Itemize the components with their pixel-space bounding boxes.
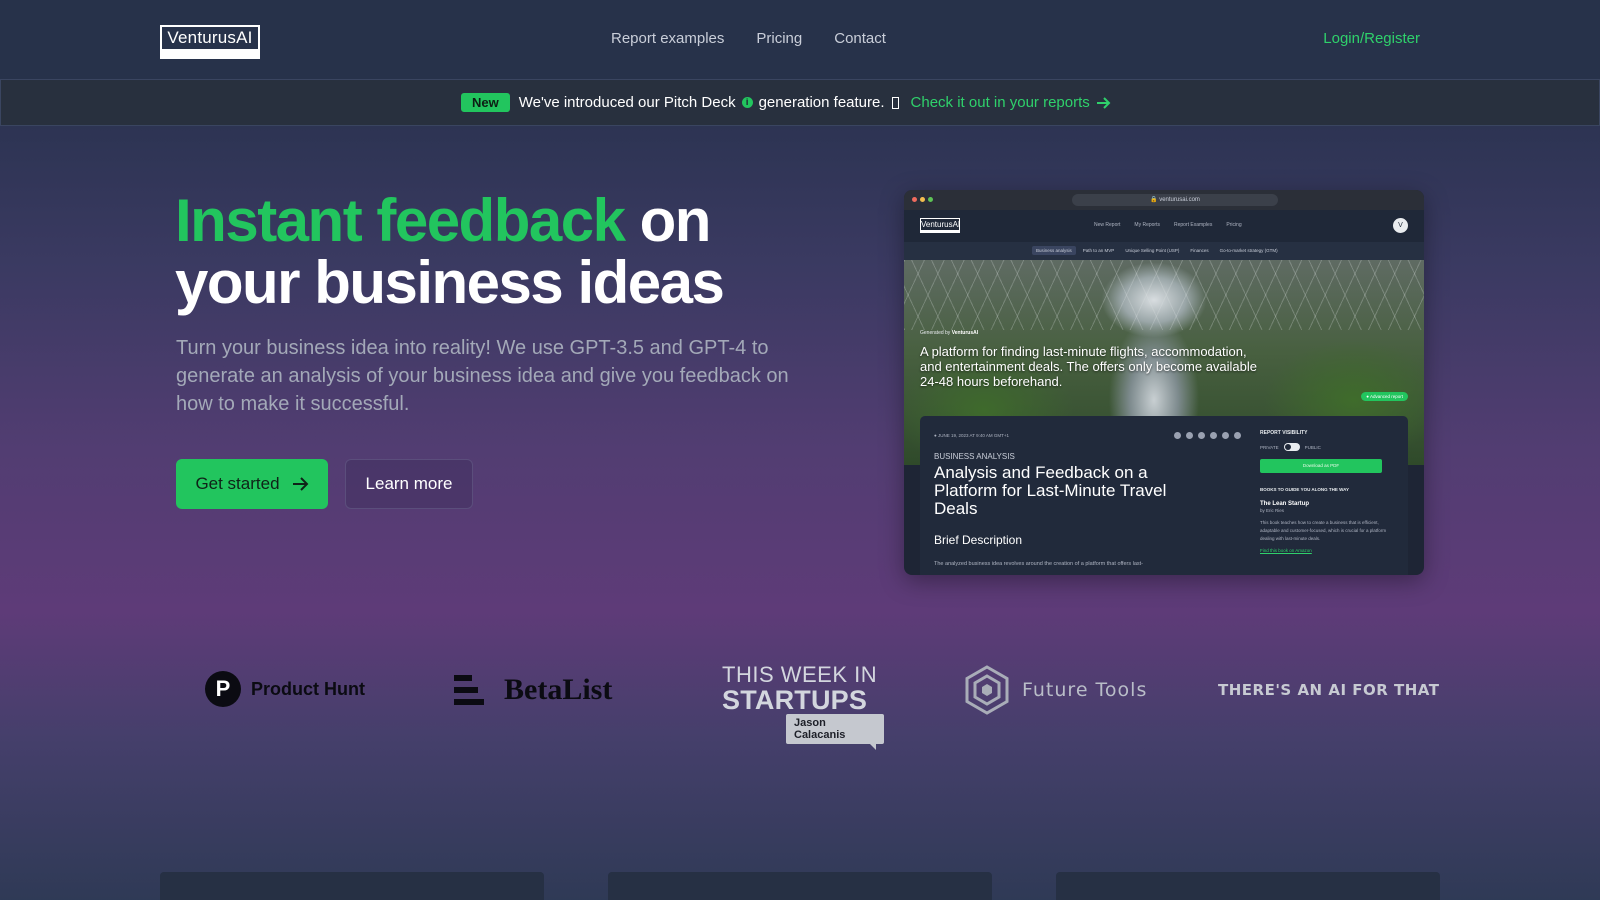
url-text: venturusai.com	[1159, 197, 1200, 203]
preview-download-pdf-button: Download as PDF	[1260, 459, 1382, 473]
future-tools-hex-icon	[965, 665, 1009, 715]
logo-text: VenturusAI	[162, 27, 258, 49]
nav-link-contact[interactable]: Contact	[834, 30, 886, 47]
reddit-icon	[1198, 432, 1205, 439]
preview-link-my-reports: My Reports	[1134, 222, 1160, 228]
preview-tab-finances: Finances	[1190, 248, 1209, 253]
feature-card-3	[1056, 872, 1440, 900]
this-week-in-startups-logo[interactable]: THIS WEEK IN STARTUPS Jason Calacanis	[722, 662, 884, 750]
preview-book-link: Find this book on Amazon	[1260, 548, 1312, 553]
linkedin-icon	[1210, 432, 1217, 439]
preview-roof-lattice	[904, 260, 1424, 330]
hero-title-on: on	[624, 187, 712, 254]
nav-link-report-examples[interactable]: Report examples	[611, 30, 724, 47]
theres-an-ai-for-that-logo[interactable]: THERE'S AN AI FOR THAT	[1218, 681, 1439, 699]
product-hunt-logo[interactable]: P Product Hunt	[205, 671, 365, 707]
new-badge: New	[461, 93, 510, 112]
twis-host-tag: Jason Calacanis	[786, 714, 884, 750]
banner-reports-link[interactable]: Check it out in your reports	[911, 94, 1111, 111]
preview-book-author: by Eric Ries	[1260, 508, 1285, 513]
preview-tab-mvp: Path to an MVP	[1082, 248, 1115, 253]
arrow-right-icon	[292, 477, 308, 491]
preview-report-date: ● JUNE 19, 2023 AT 9:40 AM GMT+1	[934, 433, 1009, 438]
preview-tab-usp: Unique Selling Point (USP)	[1125, 248, 1180, 253]
preview-visibility-heading: REPORT VISIBILITY	[1260, 430, 1308, 436]
preview-tab-gtm: Go-to-market strategy (GTM)	[1219, 248, 1278, 253]
future-tools-text: Future Tools	[1022, 679, 1148, 701]
future-tools-logo[interactable]: Future Tools	[964, 665, 1147, 715]
preview-tab-list: Business analysis Path to an MVP Unique …	[1032, 246, 1282, 255]
browser-bar: 🔒 venturusai.com	[904, 190, 1424, 210]
facebook-icon	[1174, 432, 1181, 439]
nav-links: Report examples Pricing Contact	[611, 30, 886, 47]
preview-report-title: Analysis and Feedback on a Platform for …	[934, 463, 1167, 518]
feature-card-1	[160, 872, 544, 900]
hero-subtitle: Turn your business idea into reality! We…	[176, 337, 789, 415]
preview-private-label: PRIVATE	[1260, 444, 1279, 450]
preview-advanced-pill: ● Advanced report	[1361, 392, 1408, 401]
banner-link-label: Check it out in your reports	[910, 94, 1090, 111]
preview-visibility-row: PRIVATE PUBLIC	[1260, 443, 1400, 451]
banner-text-after: generation feature.	[758, 94, 885, 111]
preview-tab-business-analysis: Business analysis	[1032, 246, 1076, 255]
arrow-right-icon	[1096, 96, 1111, 109]
banner-content: New We've introduced our Pitch Deck i ge…	[461, 93, 1111, 112]
betalist-logo[interactable]: BetaList	[454, 673, 612, 707]
preview-sidebar: REPORT VISIBILITY PRIVATE PUBLIC Downloa…	[1260, 430, 1400, 553]
preview-avatar: V	[1393, 218, 1408, 233]
top-nav: VenturusAI Report examples Pricing Conta…	[0, 0, 1600, 80]
preview-book-description: This book teaches how to create a busine…	[1260, 520, 1387, 541]
product-hunt-icon: P	[205, 671, 241, 707]
hero-title: Instant feedback on your business ideas	[175, 187, 725, 316]
preview-public-label: PUBLIC	[1304, 444, 1321, 450]
hero-title-line2: your business ideas	[175, 249, 725, 316]
preview-brief-text: The analyzed business idea revolves arou…	[934, 561, 1144, 567]
preview-link-new-report: New Report	[1094, 222, 1121, 228]
preview-link-pricing: Pricing	[1226, 222, 1242, 228]
preview-headline: A platform for finding last-minute fligh…	[920, 344, 1258, 389]
preview-nav: VenturusAI New Report My Reports Report …	[904, 210, 1424, 242]
feature-card-2	[608, 872, 992, 900]
generated-by-label: Generated by	[920, 330, 951, 336]
betalist-text: BetaList	[504, 673, 613, 706]
preview-brief-heading: Brief Description	[934, 533, 1023, 547]
learn-more-button[interactable]: Learn more	[345, 459, 473, 509]
get-started-label: Get started	[195, 474, 280, 493]
product-hunt-text: Product Hunt	[251, 678, 365, 699]
preview-nav-links: New Report My Reports Report Examples Pr…	[1094, 222, 1242, 228]
banner-text-before: We've introduced our Pitch Deck	[518, 94, 736, 111]
preview-tabs: Business analysis Path to an MVP Unique …	[904, 242, 1424, 260]
generated-by-name: VenturusAI	[951, 330, 979, 336]
browser-url: 🔒 venturusai.com	[1072, 194, 1278, 206]
announcement-banner: New We've introduced our Pitch Deck i ge…	[0, 80, 1600, 126]
hero-title-highlight: Instant feedback	[175, 187, 626, 254]
preview-link-report-examples: Report Examples	[1173, 222, 1213, 228]
minimize-dot-icon	[920, 197, 925, 202]
close-dot-icon	[912, 197, 917, 202]
nav-link-pricing[interactable]: Pricing	[756, 30, 802, 47]
twitter-icon	[1186, 432, 1193, 439]
preview-share-icons	[1174, 432, 1241, 439]
twis-line1: THIS WEEK IN	[722, 662, 878, 687]
betalist-icon	[454, 675, 484, 705]
preview-generated-by: Generated by VenturusAI	[920, 330, 978, 336]
preview-visibility-toggle	[1283, 443, 1300, 451]
info-icon: i	[741, 97, 753, 108]
login-register-link[interactable]: Login/Register	[1323, 30, 1420, 47]
preview-report-card: ● JUNE 19, 2023 AT 9:40 AM GMT+1 BUSINES…	[920, 416, 1408, 575]
get-started-button[interactable]: Get started	[176, 459, 328, 509]
preview-books-heading: BOOKS TO GUIDE YOU ALONG THE WAY	[1260, 487, 1350, 492]
maximize-dot-icon	[928, 197, 933, 202]
email-icon	[1222, 432, 1229, 439]
product-screenshot: 🔒 venturusai.com VenturusAI New Report M…	[904, 190, 1424, 575]
venturusai-logo[interactable]: VenturusAI	[160, 25, 260, 59]
missing-glyph-icon	[891, 96, 899, 109]
twis-line2: STARTUPS	[722, 685, 868, 715]
link-icon	[1234, 432, 1241, 439]
preview-logo: VenturusAI	[920, 218, 960, 233]
preview-book-title: The Lean Startup	[1260, 501, 1310, 507]
preview-category: BUSINESS ANALYSIS	[934, 452, 1015, 461]
